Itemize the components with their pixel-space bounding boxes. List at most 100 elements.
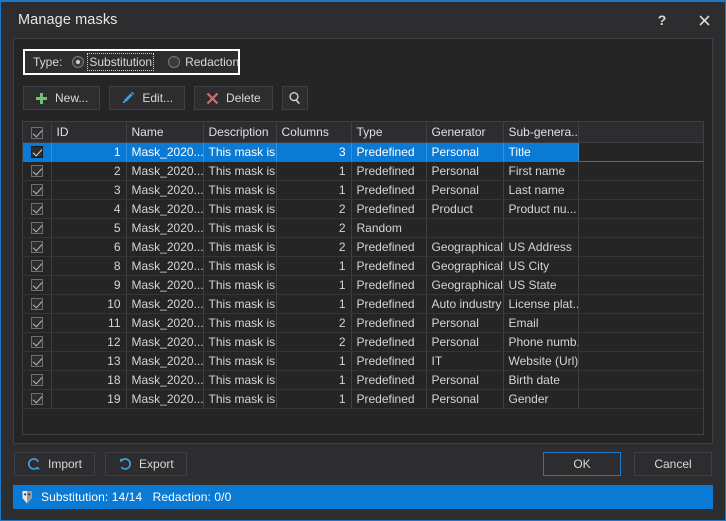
cancel-button[interactable]: Cancel xyxy=(634,452,712,476)
cell-columns: 1 xyxy=(276,161,352,181)
cell-generator: Personal xyxy=(426,313,504,333)
row-checkbox[interactable] xyxy=(30,355,43,368)
row-checkbox-cell[interactable] xyxy=(23,332,52,352)
row-checkbox[interactable] xyxy=(30,146,43,159)
row-checkbox[interactable] xyxy=(30,317,43,330)
row-checkbox[interactable] xyxy=(30,336,43,349)
header-type[interactable]: Type xyxy=(351,122,427,143)
title-bar-buttons: ? xyxy=(641,2,725,38)
header-generator[interactable]: Generator xyxy=(426,122,504,143)
cell-id: 9 xyxy=(51,275,127,295)
row-checkbox-cell[interactable] xyxy=(23,218,52,238)
row-checkbox[interactable] xyxy=(30,241,43,254)
row-checkbox-cell[interactable] xyxy=(23,256,52,276)
table-row[interactable]: 6Mask_2020...This mask is...2PredefinedG… xyxy=(23,237,703,257)
row-checkbox[interactable] xyxy=(30,260,43,273)
cell-subgenerator: US Address xyxy=(503,237,579,257)
table-row[interactable]: 9Mask_2020...This mask is...1PredefinedG… xyxy=(23,275,703,295)
masks-table-container[interactable]: ID Name Description Columns Type Generat… xyxy=(22,121,704,435)
header-name[interactable]: Name xyxy=(126,122,204,143)
row-checkbox-cell[interactable] xyxy=(23,161,52,181)
row-checkbox-cell[interactable] xyxy=(23,351,52,371)
row-checkbox[interactable] xyxy=(30,184,43,197)
table-row[interactable]: 13Mask_2020...This mask is...1Predefined… xyxy=(23,351,703,371)
select-all-checkbox[interactable] xyxy=(30,126,43,139)
row-checkbox[interactable] xyxy=(30,298,43,311)
help-icon[interactable]: ? xyxy=(641,2,683,38)
row-checkbox-cell[interactable] xyxy=(23,180,52,200)
cell-description: This mask is... xyxy=(203,180,277,200)
row-checkbox-cell[interactable] xyxy=(23,142,52,162)
header-description[interactable]: Description xyxy=(203,122,277,143)
cell-type: Predefined xyxy=(351,199,427,219)
row-checkbox[interactable] xyxy=(30,393,43,406)
row-checkbox[interactable] xyxy=(30,279,43,292)
cell-columns: 1 xyxy=(276,370,352,390)
ok-button[interactable]: OK xyxy=(543,452,621,476)
row-checkbox-cell[interactable] xyxy=(23,389,52,409)
table-row[interactable]: 18Mask_2020...This mask is...1Predefined… xyxy=(23,370,703,390)
status-bar: Substitution: 14/14 Redaction: 0/0 xyxy=(13,485,713,509)
cell-generator: Personal xyxy=(426,370,504,390)
row-checkbox-cell[interactable] xyxy=(23,294,52,314)
table-row[interactable]: 19Mask_2020...This mask is...1Predefined… xyxy=(23,389,703,409)
table-row[interactable]: 4Mask_2020...This mask is...2PredefinedP… xyxy=(23,199,703,219)
header-subgenerator[interactable]: Sub-genera... xyxy=(503,122,579,143)
export-icon xyxy=(118,457,132,471)
table-row[interactable]: 2Mask_2020...This mask is...1PredefinedP… xyxy=(23,161,703,181)
cell-description: This mask is... xyxy=(203,161,277,181)
cell-name: Mask_2020... xyxy=(126,218,204,238)
cell-generator: Auto industry xyxy=(426,294,504,314)
row-checkbox-cell[interactable] xyxy=(23,313,52,333)
cell-subgenerator: License plat... xyxy=(503,294,579,314)
cell-id: 6 xyxy=(51,237,127,257)
cell-generator: Personal xyxy=(426,332,504,352)
cell-subgenerator: Birth date xyxy=(503,370,579,390)
table-row[interactable]: 11Mask_2020...This mask is...2Predefined… xyxy=(23,313,703,333)
cell-name: Mask_2020... xyxy=(126,180,204,200)
import-button[interactable]: Import xyxy=(14,452,96,476)
close-icon[interactable] xyxy=(683,2,725,38)
title-bar: Manage masks ? xyxy=(1,2,725,38)
cell-filler xyxy=(578,294,703,314)
cell-filler xyxy=(578,313,703,333)
cell-name: Mask_2020... xyxy=(126,389,204,409)
edit-button[interactable]: Edit... xyxy=(109,86,186,110)
export-button[interactable]: Export xyxy=(105,452,187,476)
cell-generator xyxy=(426,218,504,238)
row-checkbox-cell[interactable] xyxy=(23,370,52,390)
cell-filler xyxy=(578,161,703,181)
cell-description: This mask is... xyxy=(203,142,277,162)
table-row[interactable]: 12Mask_2020...This mask is...2Predefined… xyxy=(23,332,703,352)
radio-redaction[interactable]: Redaction xyxy=(168,55,239,69)
cell-id: 19 xyxy=(51,389,127,409)
cell-id: 5 xyxy=(51,218,127,238)
header-columns[interactable]: Columns xyxy=(276,122,352,143)
row-checkbox-cell[interactable] xyxy=(23,275,52,295)
row-checkbox[interactable] xyxy=(30,203,43,216)
row-checkbox-cell[interactable] xyxy=(23,199,52,219)
masks-table: ID Name Description Columns Type Generat… xyxy=(23,122,703,409)
search-icon xyxy=(288,91,302,105)
new-button[interactable]: New... xyxy=(23,86,101,110)
table-row[interactable]: 3Mask_2020...This mask is...1PredefinedP… xyxy=(23,180,703,200)
row-checkbox-cell[interactable] xyxy=(23,237,52,257)
table-row[interactable]: 8Mask_2020...This mask is...1PredefinedG… xyxy=(23,256,703,276)
masks-panel: Type: Substitution Redaction New... Edit… xyxy=(13,38,713,444)
dialog-buttons: Import Export OK Cancel xyxy=(13,452,713,476)
dialog-content: Type: Substitution Redaction New... Edit… xyxy=(1,38,725,485)
header-select-all[interactable] xyxy=(23,122,52,143)
cell-description: This mask is... xyxy=(203,313,277,333)
table-row[interactable]: 5Mask_2020...This mask is...2Random xyxy=(23,218,703,238)
header-id[interactable]: ID xyxy=(51,122,127,143)
delete-button[interactable]: Delete xyxy=(194,86,273,110)
table-row[interactable]: 1Mask_2020...This mask is...3PredefinedP… xyxy=(23,142,703,162)
radio-substitution[interactable]: Substitution xyxy=(72,53,155,71)
cell-description: This mask is... xyxy=(203,256,277,276)
search-button[interactable] xyxy=(281,86,308,110)
row-checkbox[interactable] xyxy=(30,165,43,178)
row-checkbox[interactable] xyxy=(30,374,43,387)
import-icon xyxy=(27,457,41,471)
table-row[interactable]: 10Mask_2020...This mask is...1Predefined… xyxy=(23,294,703,314)
row-checkbox[interactable] xyxy=(30,222,43,235)
